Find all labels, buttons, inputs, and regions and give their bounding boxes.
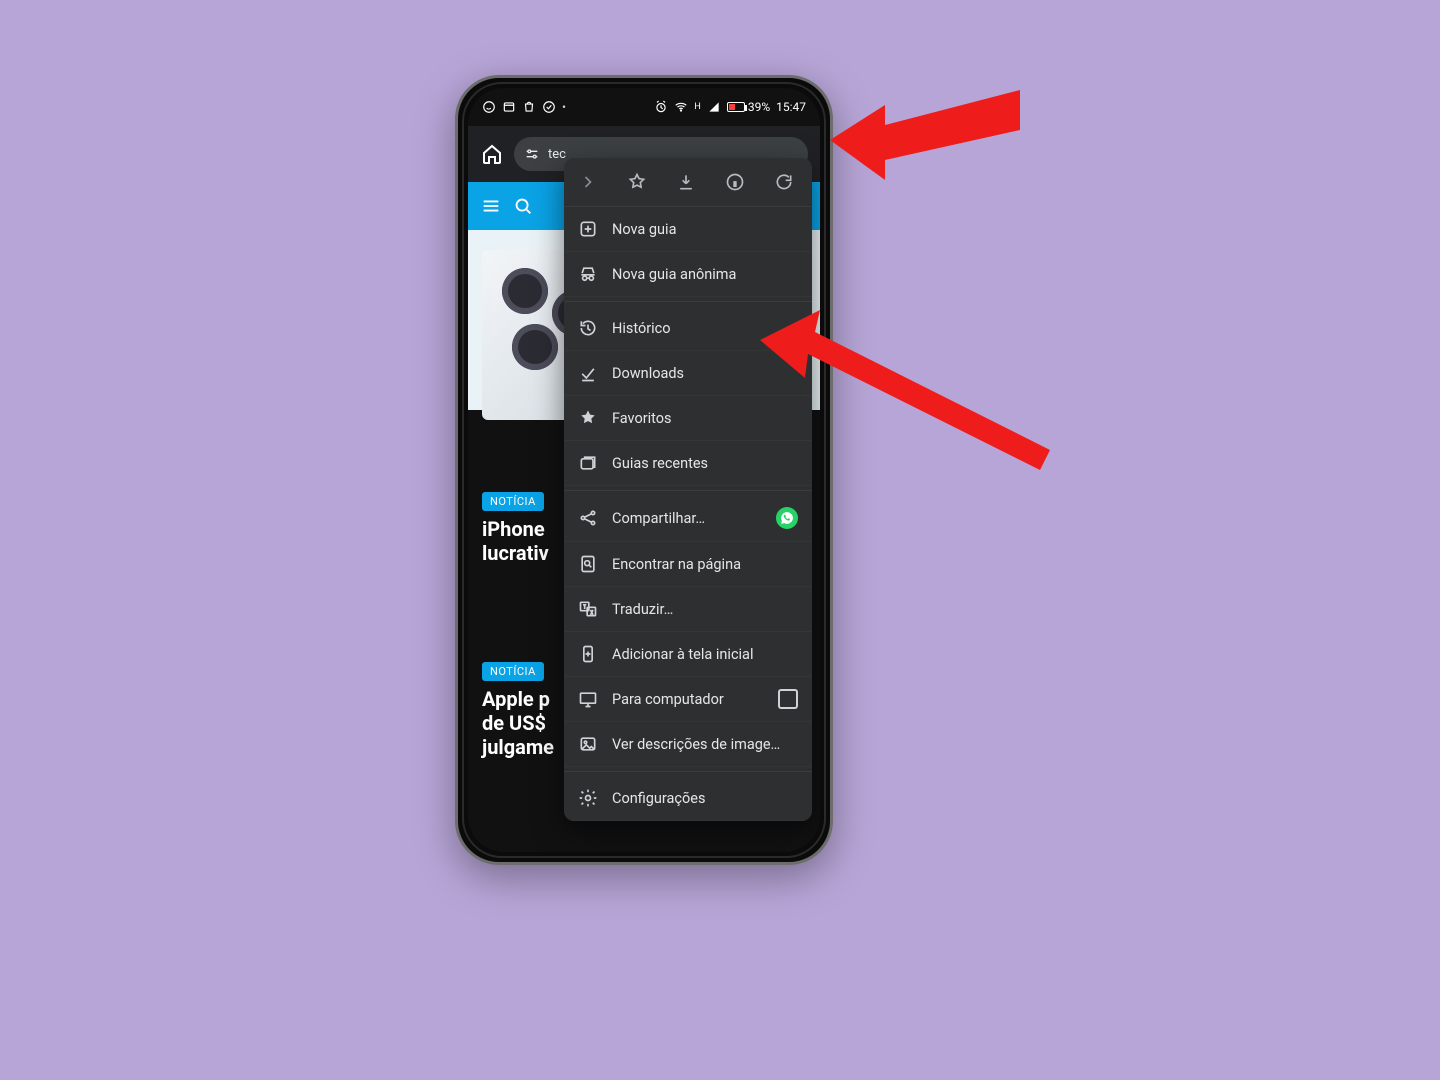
inbox-icon [502, 100, 516, 114]
menu-item-label: Ver descrições de image… [612, 736, 780, 753]
hamburger-icon[interactable] [480, 195, 502, 217]
menu-item-desktop-site[interactable]: Para computador [564, 677, 812, 722]
whatsapp-icon [482, 100, 496, 114]
history-icon [578, 318, 598, 338]
menu-item-recent-tabs[interactable]: Guias recentes [564, 441, 812, 486]
menu-separator [564, 301, 812, 302]
menu-item-label: Favoritos [612, 410, 672, 427]
menu-item-new-tab[interactable]: Nova guia [564, 207, 812, 252]
menu-separator [564, 490, 812, 491]
android-status-bar: • H 39% 15:47 [468, 88, 820, 126]
tabs-icon [578, 453, 598, 473]
menu-item-label: Downloads [612, 365, 684, 382]
menu-item-label: Para computador [612, 691, 724, 708]
wifi-icon [674, 100, 688, 114]
annotation-arrow-top [830, 80, 1020, 200]
network-type-label: H [694, 102, 700, 112]
clock: 15:47 [776, 100, 806, 114]
reload-button[interactable] [770, 168, 798, 196]
battery-percent: 39% [748, 100, 770, 114]
whatsapp-badge-icon [776, 507, 798, 529]
omnibox-text: tec [548, 147, 566, 162]
menu-item-find[interactable]: Encontrar na página [564, 542, 812, 587]
image-desc-icon [578, 734, 598, 754]
menu-item-incognito[interactable]: Nova guia anônima [564, 252, 812, 297]
chrome-overflow-menu: Nova guia Nova guia anônima Histórico Do… [564, 158, 812, 821]
phone-frame: • H 39% 15:47 [455, 75, 833, 865]
menu-item-label: Encontrar na página [612, 556, 741, 573]
download-button[interactable] [672, 168, 700, 196]
menu-item-label: Nova guia [612, 221, 676, 238]
menu-item-favoritos[interactable]: Favoritos [564, 396, 812, 441]
status-dot: • [562, 100, 566, 114]
alarm-icon [654, 100, 668, 114]
menu-item-historico[interactable]: Histórico [564, 306, 812, 351]
article-badge: NOTÍCIA [482, 492, 544, 511]
desktop-site-checkbox[interactable] [778, 689, 798, 709]
add-home-icon [578, 644, 598, 664]
gear-icon [578, 788, 598, 808]
menu-item-label: Traduzir… [612, 601, 673, 618]
menu-item-add-to-home[interactable]: Adicionar à tela inicial [564, 632, 812, 677]
menu-item-label: Configurações [612, 790, 705, 807]
star-fill-icon [578, 408, 598, 428]
forward-button[interactable] [574, 168, 602, 196]
signal-icon [707, 100, 721, 114]
menu-item-image-descriptions[interactable]: Ver descrições de image… [564, 722, 812, 767]
menu-item-share[interactable]: Compartilhar… [564, 495, 812, 542]
find-icon [578, 554, 598, 574]
battery-indicator: 39% [727, 100, 770, 114]
desktop-icon [578, 689, 598, 709]
download-done-icon [578, 363, 598, 383]
plus-box-icon [578, 219, 598, 239]
menu-item-settings[interactable]: Configurações [564, 776, 812, 821]
menu-item-label: Nova guia anônima [612, 266, 736, 283]
menu-item-translate[interactable]: Traduzir… [564, 587, 812, 632]
menu-item-downloads[interactable]: Downloads [564, 351, 812, 396]
menu-item-label: Adicionar à tela inicial [612, 646, 753, 663]
menu-item-label: Compartilhar… [612, 510, 705, 527]
menu-icon-row [564, 158, 812, 207]
article-card-3[interactable]: NOTÍCIA [482, 850, 820, 852]
incognito-icon [578, 264, 598, 284]
menu-separator [564, 771, 812, 772]
phone-screen: • H 39% 15:47 [468, 88, 820, 852]
menu-item-label: Guias recentes [612, 455, 708, 472]
menu-item-label: Histórico [612, 320, 671, 337]
shopping-icon [522, 100, 536, 114]
share-icon [578, 508, 598, 528]
site-settings-icon [524, 146, 540, 162]
battery-icon [727, 102, 745, 112]
check-circle-icon [542, 100, 556, 114]
translate-icon [578, 599, 598, 619]
page-info-button[interactable] [721, 168, 749, 196]
home-button[interactable] [480, 142, 504, 166]
search-icon[interactable] [512, 195, 534, 217]
article-badge: NOTÍCIA [482, 662, 544, 681]
bookmark-button[interactable] [623, 168, 651, 196]
